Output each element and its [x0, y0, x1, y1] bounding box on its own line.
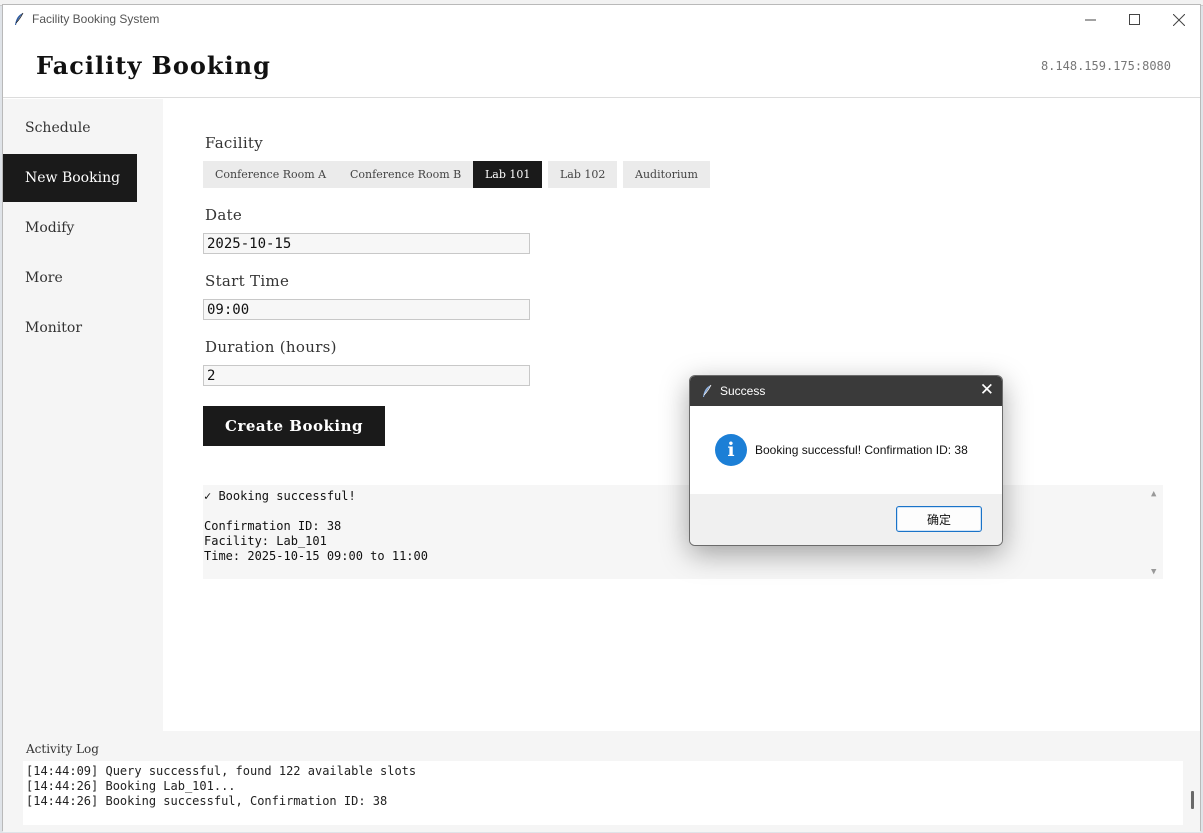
feather-icon — [15, 12, 24, 25]
result-line: Confirmation ID: 38 — [204, 519, 342, 533]
window-title: Facility Booking System — [32, 12, 160, 26]
maximize-icon — [1128, 14, 1140, 25]
minimize-button[interactable] — [1067, 5, 1113, 34]
scroll-down-icon[interactable]: ▼ — [1151, 565, 1156, 580]
date-label: Date — [205, 206, 243, 224]
sidebar-item-schedule[interactable]: Schedule — [3, 104, 137, 152]
activity-log-panel: Activity Log [14:44:09] Query successful… — [3, 731, 1200, 832]
duration-field[interactable]: 2 — [203, 365, 530, 386]
sidebar: Schedule New Booking Modify More Monitor — [3, 99, 163, 731]
log-scrollbar-thumb[interactable] — [1191, 791, 1194, 809]
minimize-icon — [1084, 19, 1096, 21]
log-line: [14:44:26] Booking successful, Confirmat… — [26, 794, 388, 808]
info-icon: i — [715, 434, 747, 466]
maximize-button[interactable] — [1111, 5, 1157, 34]
booking-form: Facility Conference Room A Conference Ro… — [163, 99, 1200, 731]
result-line: Facility: Lab_101 — [204, 534, 327, 548]
close-window-button[interactable] — [1156, 5, 1202, 34]
result-line: Time: 2025-10-15 09:00 to 11:00 — [204, 549, 428, 563]
app-window: Facility Booking System Facility Booking… — [2, 4, 1201, 832]
dialog-message: Booking successful! Confirmation ID: 38 — [755, 443, 968, 457]
activity-log-label: Activity Log — [26, 742, 99, 756]
create-booking-button[interactable]: Create Booking — [203, 406, 385, 446]
facility-option-conference-room-b[interactable]: Conference Room B — [338, 161, 474, 188]
facility-label: Facility — [205, 134, 264, 152]
success-dialog: Success ✕ i Booking successful! Confirma… — [689, 375, 1003, 546]
result-scrollbar[interactable]: ▲ ▼ — [1149, 485, 1163, 577]
facility-option-auditorium[interactable]: Auditorium — [623, 161, 710, 188]
result-line: ✓ Booking successful! — [204, 489, 356, 503]
page-title: Facility Booking — [36, 51, 271, 80]
ok-button[interactable]: 确定 — [896, 506, 982, 532]
app-header: Facility Booking 8.148.159.175:8080 — [3, 34, 1200, 98]
facility-option-lab-101[interactable]: Lab 101 — [473, 161, 543, 188]
dialog-close-button[interactable]: ✕ — [980, 380, 994, 400]
duration-label: Duration (hours) — [205, 338, 337, 356]
server-address: 8.148.159.175:8080 — [1040, 59, 1171, 73]
sidebar-item-monitor[interactable]: Monitor — [3, 304, 137, 352]
title-bar: Facility Booking System — [3, 5, 1200, 34]
start-time-label: Start Time — [205, 272, 290, 290]
scroll-up-icon[interactable]: ▲ — [1151, 487, 1156, 502]
sidebar-item-more[interactable]: More — [3, 254, 137, 302]
log-line: [14:44:09] Query successful, found 122 a… — [26, 764, 417, 778]
facility-option-lab-102[interactable]: Lab 102 — [548, 161, 618, 188]
start-time-field[interactable]: 09:00 — [203, 299, 530, 320]
dialog-title: Success — [720, 384, 766, 398]
sidebar-item-modify[interactable]: Modify — [3, 204, 137, 252]
result-output: ✓ Booking successful! Confirmation ID: 3… — [203, 485, 1163, 579]
dialog-title-bar: Success ✕ — [690, 376, 1002, 406]
sidebar-item-new-booking[interactable]: New Booking — [3, 154, 137, 202]
close-icon — [1173, 13, 1185, 26]
feather-icon — [703, 384, 712, 397]
facility-option-conference-room-a[interactable]: Conference Room A — [203, 161, 339, 188]
log-line: [14:44:26] Booking Lab_101... — [26, 779, 236, 793]
date-field[interactable]: 2025-10-15 — [203, 233, 530, 254]
result-line — [204, 504, 1162, 519]
activity-log: [14:44:09] Query successful, found 122 a… — [23, 761, 1183, 825]
dialog-footer: 确定 — [690, 494, 1002, 545]
